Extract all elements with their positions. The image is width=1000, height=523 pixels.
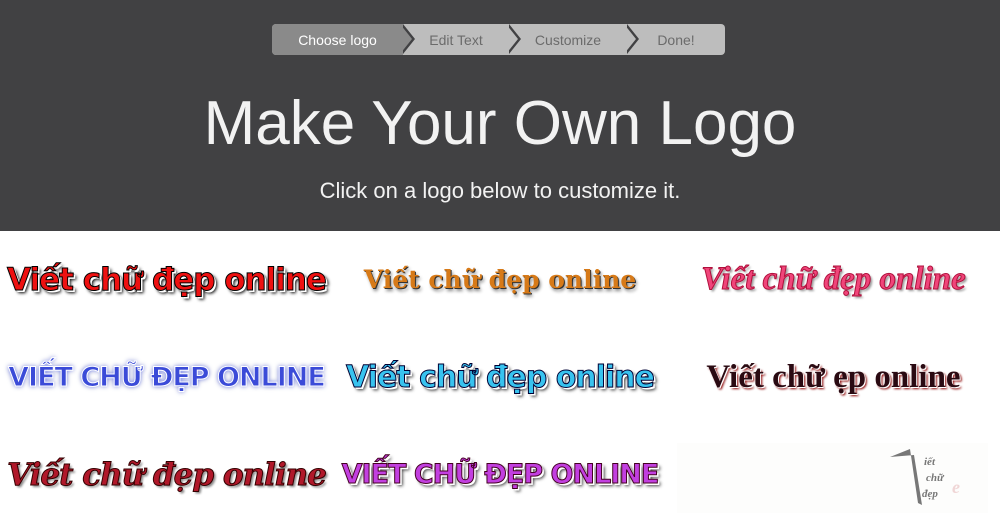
- logo-option-7[interactable]: Viết chữ đẹp online: [0, 426, 333, 523]
- step-done[interactable]: Done!: [627, 24, 725, 55]
- step-customize[interactable]: Customize: [509, 24, 639, 55]
- logo-grid: Viết chữ đẹp online Viết chữ đẹp online …: [0, 231, 1000, 523]
- chevron-icon: [624, 24, 639, 54]
- svg-text:chữ: chữ: [926, 472, 945, 484]
- svg-text:đẹp: đẹp: [922, 488, 938, 500]
- header: Choose logo Edit Text Customize Done! Ma…: [0, 0, 1000, 231]
- chevron-icon: [506, 24, 521, 54]
- step-label: Done!: [657, 31, 695, 48]
- svg-text:iết: iết: [924, 456, 936, 468]
- step-label: Edit Text: [429, 31, 483, 48]
- svg-text:e: e: [952, 477, 960, 497]
- logo-option-2[interactable]: Viết chữ đẹp online: [333, 231, 667, 328]
- logo-option-4[interactable]: Viết chữ đẹp online: [0, 328, 333, 426]
- progress-steps: Choose logo Edit Text Customize Done!: [272, 24, 725, 55]
- logo-option-8[interactable]: Viết chữ đẹp online: [333, 426, 667, 523]
- watermark-logo-icon: iết chữ đẹp e: [890, 449, 960, 505]
- chevron-icon: [400, 24, 415, 54]
- logo-option-3[interactable]: Viết chữ đẹp online: [667, 231, 1000, 328]
- page-title: Make Your Own Logo: [203, 89, 797, 158]
- logo-option-9[interactable]: iết chữ đẹp e: [677, 443, 988, 513]
- logo-option-6[interactable]: Viết chữ ẹp online: [667, 328, 1000, 426]
- step-choose-logo[interactable]: Choose logo: [272, 24, 415, 55]
- step-label: Customize: [534, 31, 602, 48]
- step-edit-text[interactable]: Edit Text: [403, 24, 521, 55]
- logo-option-1[interactable]: Viết chữ đẹp online: [0, 231, 333, 328]
- step-label: Choose logo: [298, 31, 377, 48]
- page-subtitle: Click on a logo below to customize it.: [319, 178, 681, 203]
- logo-option-5[interactable]: Viết chữ đẹp online: [333, 328, 667, 426]
